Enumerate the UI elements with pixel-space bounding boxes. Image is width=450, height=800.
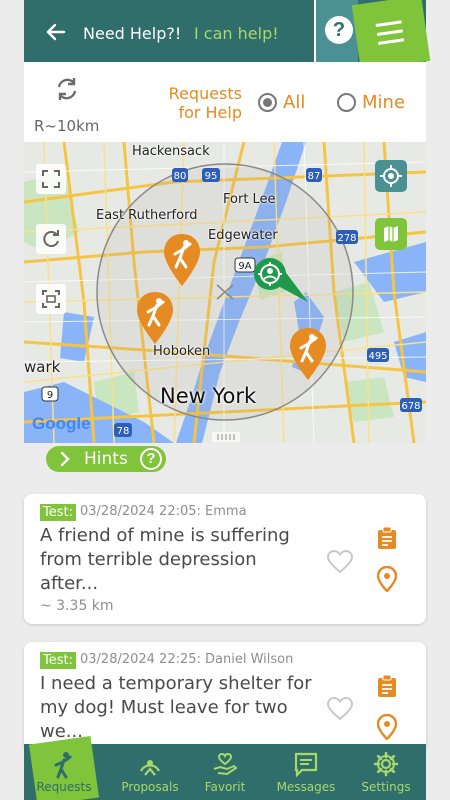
- nav-requests[interactable]: Requests: [24, 735, 104, 800]
- radio-all[interactable]: All: [258, 92, 305, 113]
- my-location-button[interactable]: [375, 160, 407, 192]
- message-icon: [294, 752, 318, 777]
- map-label: Edgewater: [208, 228, 278, 243]
- request-meta: 03/28/2024 22:05: Emma: [80, 504, 247, 519]
- drag-handle-icon[interactable]: [212, 432, 240, 442]
- test-tag: Test:: [40, 652, 76, 669]
- map-view[interactable]: 80 95 87 278 9A 495 9 78 678 Hackensack …: [24, 142, 426, 443]
- hints-button[interactable]: Hints ?: [46, 446, 166, 472]
- request-card[interactable]: Test: 03/28/2024 22:05: Emma A friend of…: [24, 494, 426, 624]
- request-marker-pin-icon[interactable]: [135, 290, 175, 346]
- map-icon: [384, 226, 398, 242]
- fullscreen-icon: [42, 170, 60, 188]
- svg-text:678: 678: [401, 401, 420, 412]
- map-rotate-button[interactable]: [36, 224, 66, 254]
- menu-button[interactable]: [351, 0, 431, 71]
- person-icon: [54, 752, 72, 779]
- request-text: I need a temporary shelter for my dog! M…: [40, 673, 312, 742]
- bottom-nav: Requests Proposals Favorit Messages Sett…: [24, 735, 426, 800]
- radio-checked-icon: [258, 93, 277, 112]
- map-label: wark: [24, 358, 61, 376]
- my-position-marker-icon: [254, 258, 308, 302]
- refresh-icon[interactable]: [54, 76, 80, 102]
- location-target-icon: [380, 165, 402, 187]
- question-icon: ?: [140, 448, 162, 470]
- google-logo: Google: [32, 414, 91, 433]
- google-attribution: Google: [32, 414, 91, 434]
- hamburger-icon: [375, 20, 402, 28]
- gear-icon: [373, 751, 399, 777]
- radio-mine[interactable]: Mine: [337, 92, 405, 113]
- nav-favorit[interactable]: Favorit: [190, 744, 260, 800]
- radio-unchecked-icon: [337, 93, 356, 112]
- svg-text:95: 95: [205, 171, 218, 182]
- map-label: East Rutherford: [96, 208, 198, 223]
- test-tag: Test:: [40, 504, 76, 521]
- svg-text:87: 87: [308, 171, 321, 182]
- svg-text:9: 9: [47, 390, 53, 401]
- map-label: Fort Lee: [223, 192, 276, 207]
- question-icon: ?: [325, 16, 353, 44]
- nav-messages[interactable]: Messages: [266, 744, 346, 800]
- map-label: Hackensack: [132, 144, 210, 159]
- page-subtitle: I can help!: [194, 24, 279, 43]
- nav-proposals[interactable]: Proposals: [110, 744, 190, 800]
- svg-text:278: 278: [337, 233, 356, 244]
- map-center-button[interactable]: [36, 284, 66, 314]
- page-title: Need Help?!: [83, 24, 182, 43]
- location-pin-icon[interactable]: [377, 566, 397, 592]
- hints-label: Hints: [84, 449, 128, 469]
- clipboard-icon[interactable]: [376, 674, 398, 698]
- request-meta: 03/28/2024 22:25: Daniel Wilson: [80, 652, 294, 667]
- request-marker-pin-icon[interactable]: [288, 326, 328, 382]
- clipboard-icon[interactable]: [376, 526, 398, 550]
- nav-settings[interactable]: Settings: [346, 744, 426, 800]
- request-text: A friend of mine is suffering from terri…: [40, 525, 290, 594]
- svg-text:495: 495: [368, 351, 387, 362]
- fullscreen-button[interactable]: [36, 164, 66, 194]
- location-pin-icon[interactable]: [377, 714, 397, 740]
- chevron-right-icon: [60, 451, 70, 467]
- map-city-label: New York: [160, 384, 257, 408]
- request-card[interactable]: Test: 03/28/2024 22:25: Daniel Wilson I …: [24, 642, 426, 752]
- request-distance: ~ 3.35 km: [40, 598, 114, 614]
- back-arrow-icon[interactable]: [44, 20, 68, 44]
- requests-filter-label: Requests for Help: [168, 84, 242, 122]
- svg-text:80: 80: [174, 171, 187, 182]
- map-type-button[interactable]: [375, 218, 407, 250]
- heart-icon[interactable]: [327, 550, 353, 574]
- helping-icon: [140, 760, 160, 776]
- heart-hand-icon: [213, 752, 238, 776]
- crop-frame-icon: [42, 290, 60, 308]
- request-marker-pin-icon[interactable]: [162, 232, 202, 288]
- rotate-icon: [43, 230, 59, 248]
- radius-label: R~10km: [34, 117, 100, 135]
- heart-icon[interactable]: [327, 697, 353, 721]
- filter-bar: R~10km Requests for Help All Mine: [24, 62, 426, 142]
- svg-text:78: 78: [117, 426, 130, 437]
- map-label: Hoboken: [153, 344, 211, 359]
- svg-text:9A: 9A: [238, 261, 251, 272]
